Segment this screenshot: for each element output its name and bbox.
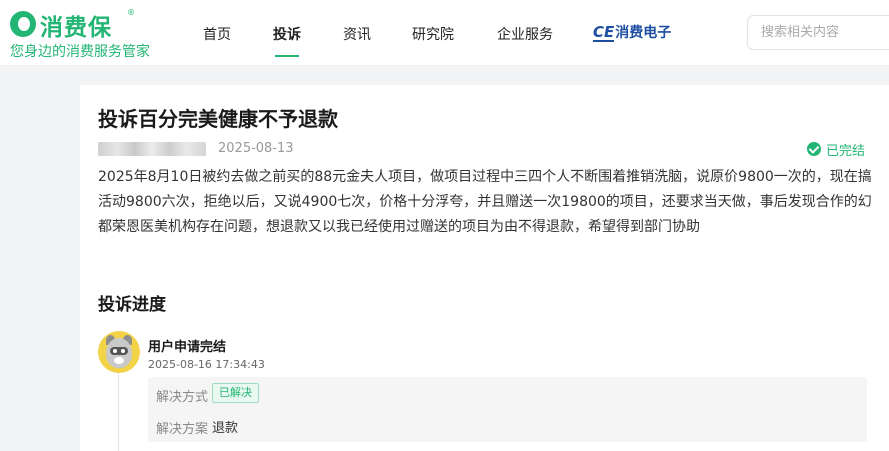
resolution-method-label: 解决方式 [156,390,209,405]
ce-logo-icon: CE [593,23,615,42]
logo-slogan: 您身边的消费服务管家 [10,44,150,60]
nav-news[interactable]: 资讯 [343,24,371,44]
blurred-username [98,142,206,156]
nav-research[interactable]: 研究院 [412,24,454,44]
nav-active-underline [275,55,299,57]
complaint-date: 2025-08-13 [218,141,294,156]
ce-logo-text: 消费电子 [615,25,672,41]
resolved-tag: 已解决 [212,383,259,403]
search-box [747,15,889,50]
timeline-line [118,373,119,451]
complaint-description: 2025年8月10日被约去做之前买的88元金夫人项目，做项目过程中三四个人不断围… [98,169,872,235]
nav-enterprise[interactable]: 企业服务 [497,24,553,44]
site-header: 消费保 ® 您身边的消费服务管家 首页 投诉 资讯 研究院 企业服务 CE消费电… [0,0,889,66]
progress-detail-box: 解决方式 已解决 解决方案 退款 [148,377,867,442]
nav-home[interactable]: 首页 [203,24,231,44]
raccoon-avatar-icon [98,331,140,373]
status-text: 已完结 [826,144,866,159]
logo-leaf-icon [10,11,36,37]
check-circle-icon [807,142,821,156]
logo-registered-mark: ® [127,8,135,17]
progress-event-time: 2025-08-16 17:34:43 [148,358,265,371]
resolution-plan-label: 解决方案 [156,422,209,437]
site-logo[interactable]: 消费保 ® 您身边的消费服务管家 [10,8,170,60]
progress-event-title: 用户申请完结 [148,340,227,355]
resolution-plan-value: 退款 [212,421,239,436]
logo-name: 消费保 [40,15,112,41]
nav-ce-electronics[interactable]: CE消费电子 [593,22,671,42]
progress-section-title: 投诉进度 [98,295,166,315]
complaint-card: 投诉百分完美健康不予退款 2025-08-13 已完结 2025年8月10日被约… [80,85,889,451]
nav-complaints[interactable]: 投诉 [273,24,301,44]
complaint-title: 投诉百分完美健康不予退款 [98,107,338,131]
search-input[interactable] [748,16,888,49]
